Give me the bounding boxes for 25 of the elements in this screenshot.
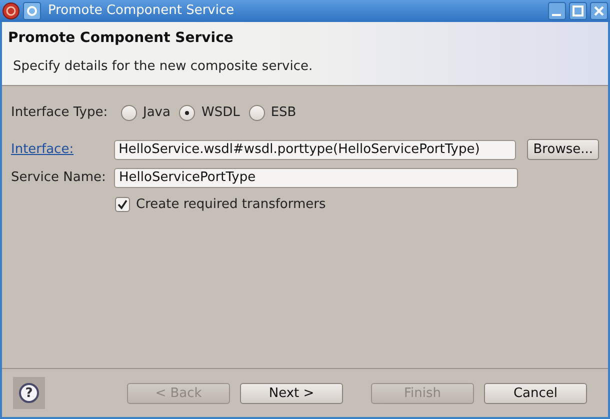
dialog-button[interactable]: Cancel xyxy=(484,382,587,404)
browse-button[interactable]: Browse... xyxy=(527,139,599,160)
app-icon xyxy=(2,2,20,20)
window-title: Promote Component Service xyxy=(48,2,236,20)
radio-button[interactable] xyxy=(121,105,137,121)
field-label: Interface Type: xyxy=(11,104,109,122)
radio-label: WSDL xyxy=(201,104,240,122)
checkbox[interactable] xyxy=(115,197,130,212)
page-title: Promote Component Service xyxy=(8,29,234,48)
close-icon[interactable] xyxy=(590,2,608,20)
input-field[interactable]: HelloServicePortType xyxy=(114,168,518,188)
interface-link[interactable]: Interface: xyxy=(11,140,114,160)
checkbox-label: Create required transformers xyxy=(136,196,326,214)
page-description: Specify details for the new composite service. xyxy=(13,58,313,76)
input-field[interactable]: HelloService.wsdl#wsdl.porttype(HelloServicePortType) xyxy=(114,140,516,160)
maximize-icon[interactable] xyxy=(569,2,587,20)
radio-button[interactable] xyxy=(179,105,196,121)
help-button[interactable]: ? xyxy=(13,377,45,409)
radio-label: ESB xyxy=(270,104,296,122)
radio-button[interactable] xyxy=(248,105,265,121)
radio-label: Java xyxy=(143,104,170,122)
minimize-icon[interactable] xyxy=(548,2,566,20)
window-menu-icon[interactable] xyxy=(23,2,41,20)
field-label: Service Name: xyxy=(11,168,107,187)
dialog-button[interactable]: Next > xyxy=(240,382,343,404)
